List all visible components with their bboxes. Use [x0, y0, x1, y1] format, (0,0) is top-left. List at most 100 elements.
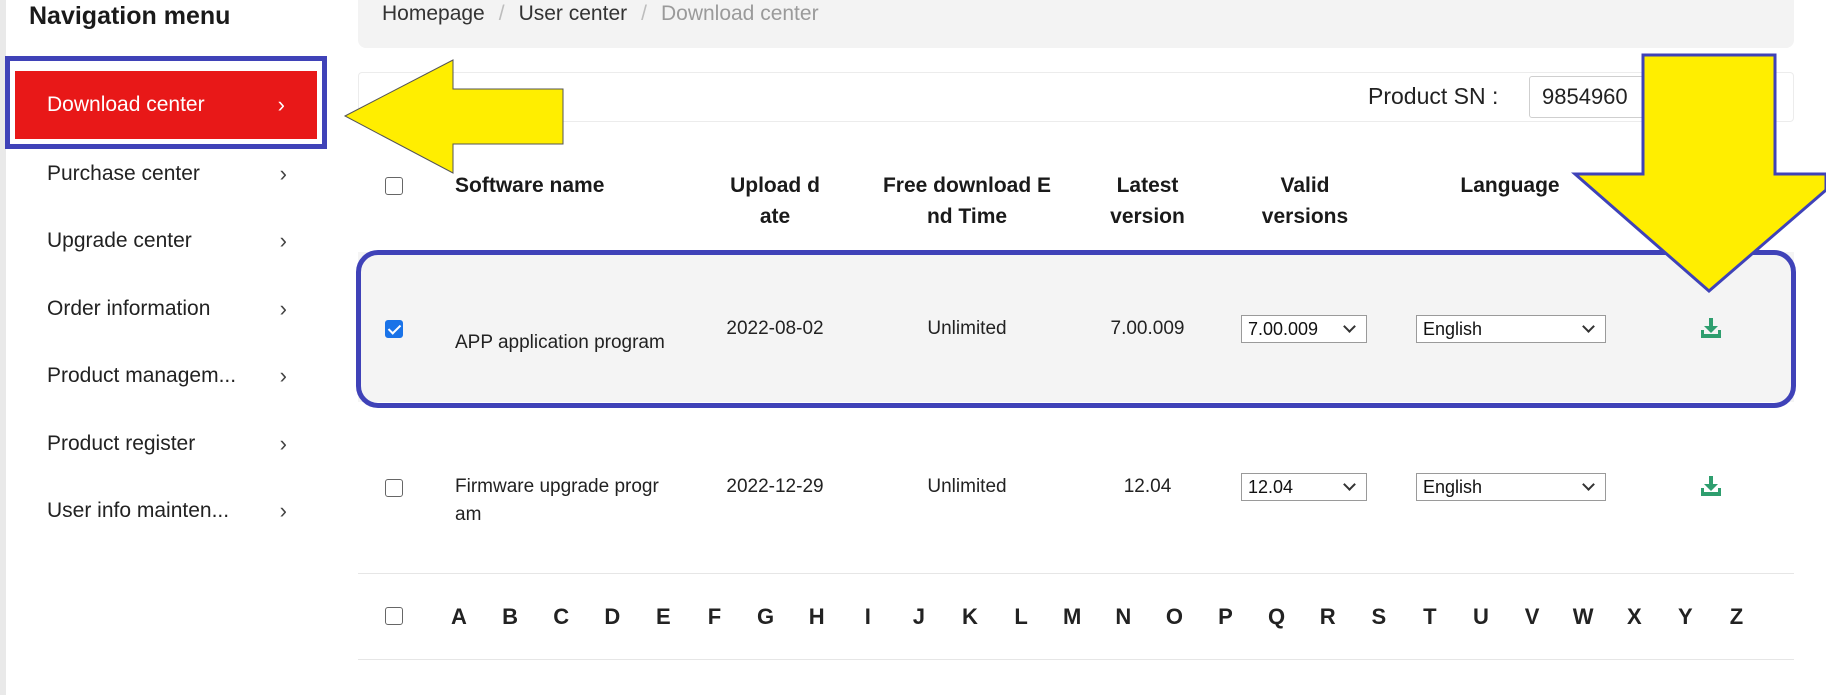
alphabet-letter-x[interactable]: X — [1619, 604, 1649, 630]
alphabet-letter-d[interactable]: D — [597, 604, 627, 630]
sidebar-item-label: Purchase center — [47, 162, 200, 185]
header-latest-line2: version — [1110, 205, 1185, 228]
divider — [358, 573, 1794, 574]
valid-version-select-value: 12.04 — [1248, 476, 1294, 497]
row-latest-version: 12.04 — [1123, 476, 1172, 497]
alphabet-letter-n[interactable]: N — [1108, 604, 1138, 630]
nav-menu-title: Navigation menu — [29, 2, 231, 30]
header-latest-version: Latest version — [1090, 170, 1205, 232]
sidebar-item-label: Order information — [47, 297, 211, 320]
alphabet-letter-u[interactable]: U — [1466, 604, 1496, 630]
header-upload-date-line1: Upload d — [730, 174, 820, 197]
alphabet-letter-v[interactable]: V — [1517, 604, 1547, 630]
breadcrumb-download-center: Download center — [660, 2, 819, 25]
sidebar-item-upgrade-center[interactable]: Upgrade center › — [47, 221, 287, 261]
product-sn-input[interactable] — [1529, 76, 1769, 118]
alphabet-letter-z[interactable]: Z — [1722, 604, 1752, 630]
select-all-checkbox[interactable] — [385, 177, 403, 195]
chevron-down-icon — [1343, 478, 1356, 491]
chevron-right-icon: › — [279, 363, 287, 388]
valid-version-select-value: 7.00.009 — [1248, 318, 1319, 339]
alphabet-letter-y[interactable]: Y — [1670, 604, 1700, 630]
alphabet-letter-j[interactable]: J — [904, 604, 934, 630]
sidebar-item-download-center[interactable]: Download center › — [15, 71, 317, 139]
download-icon[interactable] — [1700, 475, 1722, 497]
header-valid-line1: Valid — [1280, 174, 1330, 197]
header-valid-versions: Valid versions — [1245, 170, 1365, 232]
chevron-down-icon — [1582, 320, 1595, 333]
sidebar-item-label: Product register — [47, 432, 196, 455]
chevron-right-icon: › — [279, 498, 287, 523]
sidebar-item-purchase-center[interactable]: Purchase center › — [47, 154, 287, 194]
header-upload-date: Upload d ate — [700, 170, 850, 232]
alphabet-letter-m[interactable]: M — [1057, 604, 1087, 630]
chevron-down-icon — [1582, 478, 1595, 491]
valid-version-select[interactable]: 12.04 — [1241, 473, 1367, 501]
sidebar-item-label: User info mainten... — [47, 499, 230, 522]
row-free-end-time: Unlimited — [927, 318, 1007, 339]
download-icon[interactable] — [1700, 317, 1722, 339]
row-checkbox[interactable] — [385, 320, 403, 338]
alphabet-letter-b[interactable]: B — [495, 604, 525, 630]
row-free-end-time: Unlimited — [927, 476, 1007, 497]
sidebar-item-user-info-maintenance[interactable]: User info mainten... › — [47, 491, 287, 531]
language-select[interactable]: English — [1416, 315, 1606, 343]
sidebar: Navigation menu Download center › Purcha… — [0, 0, 330, 695]
alphabet-letter-c[interactable]: C — [546, 604, 576, 630]
sidebar-item-label: Product managem... — [47, 364, 237, 387]
header-software-name: Software name — [455, 174, 605, 197]
valid-version-select[interactable]: 7.00.009 — [1241, 315, 1367, 343]
chevron-right-icon: › — [277, 92, 285, 117]
header-free-download-line1: Free download E — [882, 174, 1052, 197]
alphabet-letter-p[interactable]: P — [1211, 604, 1241, 630]
breadcrumb-separator: / — [641, 2, 647, 25]
alphabet-letter-o[interactable]: O — [1159, 604, 1189, 630]
alphabet-letter-l[interactable]: L — [1006, 604, 1036, 630]
divider — [358, 659, 1794, 660]
alphabet-letter-k[interactable]: K — [955, 604, 985, 630]
chevron-right-icon: › — [279, 161, 287, 186]
alphabet-select-all-checkbox[interactable] — [385, 607, 403, 625]
chevron-down-icon — [1343, 320, 1356, 333]
alphabet-letter-a[interactable]: A — [444, 604, 474, 630]
sidebar-item-product-register[interactable]: Product register › — [47, 424, 287, 464]
row-latest-version: 7.00.009 — [1110, 318, 1185, 339]
alphabet-letter-h[interactable]: H — [802, 604, 832, 630]
row-software-name-line2: am — [455, 504, 482, 525]
breadcrumb: Homepage / User center / Download center — [382, 2, 819, 26]
sidebar-item-label: Upgrade center — [47, 229, 192, 252]
alphabet-letter-s[interactable]: S — [1364, 604, 1394, 630]
language-select-value: English — [1423, 476, 1483, 497]
header-free-download-line2: nd Time — [926, 205, 1008, 228]
alphabet-letter-f[interactable]: F — [700, 604, 730, 630]
breadcrumb-user-center[interactable]: User center — [519, 2, 628, 26]
row-software-name-line1: Firmware upgrade progr — [455, 476, 659, 497]
language-select[interactable]: English — [1416, 473, 1606, 501]
header-upload-date-line2: ate — [759, 205, 791, 228]
language-select-value: English — [1423, 318, 1483, 339]
breadcrumb-separator: / — [498, 2, 505, 25]
sidebar-item-order-information[interactable]: Order information › — [47, 289, 287, 329]
row-software-name: APP application program — [455, 332, 665, 353]
chevron-right-icon: › — [279, 228, 287, 253]
alphabet-letter-t[interactable]: T — [1415, 604, 1445, 630]
row-upload-date: 2022-12-29 — [726, 476, 824, 497]
alphabet-letter-e[interactable]: E — [648, 604, 678, 630]
chevron-right-icon: › — [279, 431, 287, 456]
header-free-download-end-time: Free download E nd Time — [862, 170, 1072, 232]
alphabet-letter-i[interactable]: I — [853, 604, 883, 630]
row-upload-date: 2022-08-02 — [726, 318, 824, 339]
alphabet-letter-q[interactable]: Q — [1262, 604, 1292, 630]
sidebar-item-product-management[interactable]: Product managem... › — [47, 356, 287, 396]
chevron-right-icon: › — [279, 296, 287, 321]
row-checkbox[interactable] — [385, 479, 403, 497]
header-valid-line2: versions — [1261, 205, 1349, 228]
header-language: Language — [1460, 174, 1560, 197]
row-software-name: Firmware upgrade progr am — [455, 473, 659, 529]
product-sn-label: Product SN : — [1368, 83, 1499, 109]
alphabet-letter-w[interactable]: W — [1568, 604, 1598, 630]
sidebar-item-label: Download center — [47, 93, 205, 116]
alphabet-letter-g[interactable]: G — [751, 604, 781, 630]
alphabet-letter-r[interactable]: R — [1313, 604, 1343, 630]
breadcrumb-homepage[interactable]: Homepage — [382, 2, 485, 26]
